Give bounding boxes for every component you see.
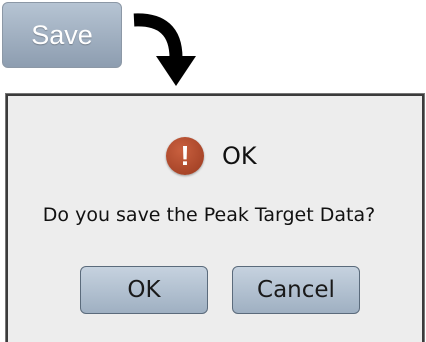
dialog-header: ! OK: [166, 136, 257, 176]
dialog-title: OK: [222, 142, 257, 170]
save-button[interactable]: Save: [2, 2, 122, 68]
ok-button[interactable]: OK: [80, 266, 208, 314]
warning-icon: !: [166, 137, 204, 175]
cancel-button-label: Cancel: [257, 277, 335, 303]
stage: Save ! OK Do you save the Peak Target Da…: [0, 0, 426, 342]
curved-arrow-icon: [133, 13, 196, 86]
dialog-message: Do you save the Peak Target Data?: [42, 204, 376, 226]
ok-button-label: OK: [127, 277, 161, 303]
confirm-dialog: ! OK Do you save the Peak Target Data? O…: [6, 94, 424, 342]
cancel-button[interactable]: Cancel: [232, 266, 360, 314]
save-button-label: Save: [31, 19, 93, 50]
